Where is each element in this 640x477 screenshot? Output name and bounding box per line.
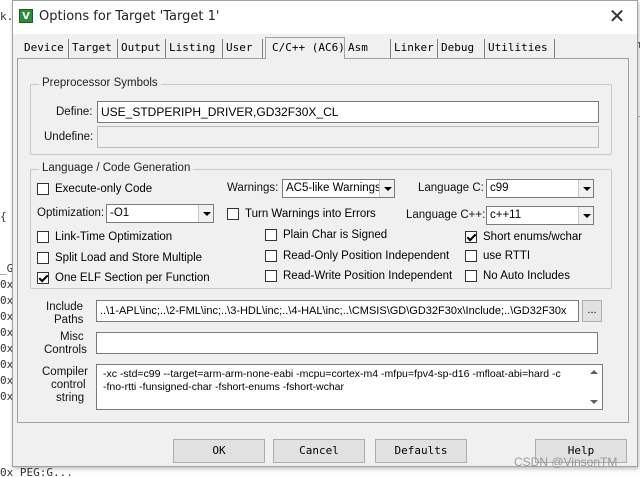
undefine-label: Undefine: [44,131,94,143]
codegen-group-title: Language / Code Generation [39,162,194,174]
tab-target[interactable]: Target [69,39,118,58]
warnings-select[interactable]: AC5-like Warnings [282,179,395,198]
include-label-line2: Paths [54,314,84,326]
short-enums-label: Short enums/wchar [483,231,583,243]
no-auto-includes-box[interactable] [465,270,477,282]
split-load-store-box[interactable] [37,252,49,264]
turn-warnings-errors-box[interactable] [227,208,239,220]
plain-char-signed-label: Plain Char is Signed [283,229,388,241]
misc-label-line1: Misc [60,331,84,343]
use-rtti-box[interactable] [465,250,477,262]
tab-listing[interactable]: Listing [166,39,223,58]
background-text: { [0,210,7,223]
chevron-down-icon[interactable] [198,205,213,222]
chevron-down-icon[interactable] [379,180,394,197]
chevron-down-icon[interactable] [578,180,593,197]
optimization-select[interactable]: -O1 [106,204,214,223]
close-button[interactable]: ✕ [605,5,629,29]
language-cpp-label: Language C++: [406,209,486,221]
split-load-store-label: Split Load and Store Multiple [55,252,203,264]
turn-warnings-errors-label: Turn Warnings into Errors [245,208,376,220]
tab-strip: Device Target Output Listing User C/C++ … [17,37,557,59]
ok-button[interactable]: OK [173,439,265,463]
language-c-value: c99 [490,182,509,194]
execute-only-box[interactable] [37,183,49,195]
one-elf-section-box[interactable] [37,272,49,284]
misc-controls-input[interactable] [96,332,598,354]
title-bar[interactable]: V Options for Target 'Target 1' ✕ [13,1,637,34]
optimization-label: Optimization: [37,207,105,219]
tab-c-cpp-ac6[interactable]: C/C++ (AC6) [265,37,345,59]
compiler-scrollbar[interactable] [587,366,601,408]
compiler-label-line3: string [56,392,85,404]
lto-label: Link-Time Optimization [55,231,173,243]
language-cpp-select[interactable]: c++11 [486,206,594,225]
warnings-label: Warnings: [227,182,279,194]
keil-app-icon: V [19,9,33,23]
tab-panel-c-cpp: Preprocessor Symbols Define: USE_STDPERI… [17,58,629,423]
cancel-button[interactable]: Cancel [273,439,365,463]
ropi-box[interactable] [265,250,277,262]
optimization-value: -O1 [110,207,130,219]
defaults-button[interactable]: Defaults [375,439,467,463]
compiler-control-string[interactable]: -xc -std=c99 --target=arm-arm-none-eabi … [96,364,603,410]
language-c-label: Language C: [418,182,484,194]
tab-debug[interactable]: Debug [438,39,485,58]
language-cpp-value: c++11 [490,209,522,221]
compiler-control-line2: -fno-rtti -funsigned-char -fshort-enums … [103,381,344,393]
use-rtti-label: use RTTI [483,250,531,262]
tab-linker[interactable]: Linker [391,39,438,58]
compiler-label-line2: control [51,379,86,391]
preprocessor-group-title: Preprocessor Symbols [39,77,161,89]
language-c-select[interactable]: c99 [486,179,594,198]
undefine-input[interactable] [97,126,599,148]
scroll-up-icon[interactable] [590,370,598,374]
compiler-label-line1: Compiler [42,366,89,378]
tab-utilities[interactable]: Utilities [485,39,555,58]
tab-user[interactable]: User [223,39,263,58]
execute-only-label: Execute-only Code [55,183,153,195]
chevron-down-icon[interactable] [578,207,593,224]
codegen-group: Language / Code Generation Execute-only … [30,162,612,289]
rwpi-box[interactable] [265,270,277,282]
tab-asm[interactable]: Asm [345,39,391,58]
misc-label-line2: Controls [44,344,87,356]
no-auto-includes-label: No Auto Includes [483,270,570,282]
rwpi-label: Read-Write Position Independent [283,270,453,282]
watermark: CSDN @VinsonTM [514,455,618,469]
ropi-label: Read-Only Position Independent [283,250,450,262]
options-dialog: V Options for Target 'Target 1' ✕ Device… [12,0,638,467]
define-label: Define: [56,106,93,118]
define-input[interactable]: USE_STDPERIPH_DRIVER,GD32F30X_CL [97,101,599,123]
tab-device[interactable]: Device [21,39,69,58]
include-browse-button[interactable]: ... [582,300,602,322]
one-elf-section-label: One ELF Section per Function [55,272,210,284]
window-title: Options for Target 'Target 1' [39,9,220,24]
background-text: 0x PEG:G... [0,466,73,477]
scroll-down-icon[interactable] [590,400,598,404]
tab-output[interactable]: Output [118,39,166,58]
plain-char-signed-box[interactable] [265,229,277,241]
include-label-line1: Include [46,301,84,313]
warnings-value: AC5-like Warnings [286,182,381,194]
compiler-control-line1: -xc -std=c99 --target=arm-arm-none-eabi … [103,368,561,380]
lto-box[interactable] [37,231,49,243]
preprocessor-group: Preprocessor Symbols Define: USE_STDPERI… [30,77,612,155]
short-enums-box[interactable] [465,231,477,243]
include-paths-input[interactable]: ..\1-APL\inc;..\2-FML\inc;..\3-HDL\inc;.… [96,300,579,322]
